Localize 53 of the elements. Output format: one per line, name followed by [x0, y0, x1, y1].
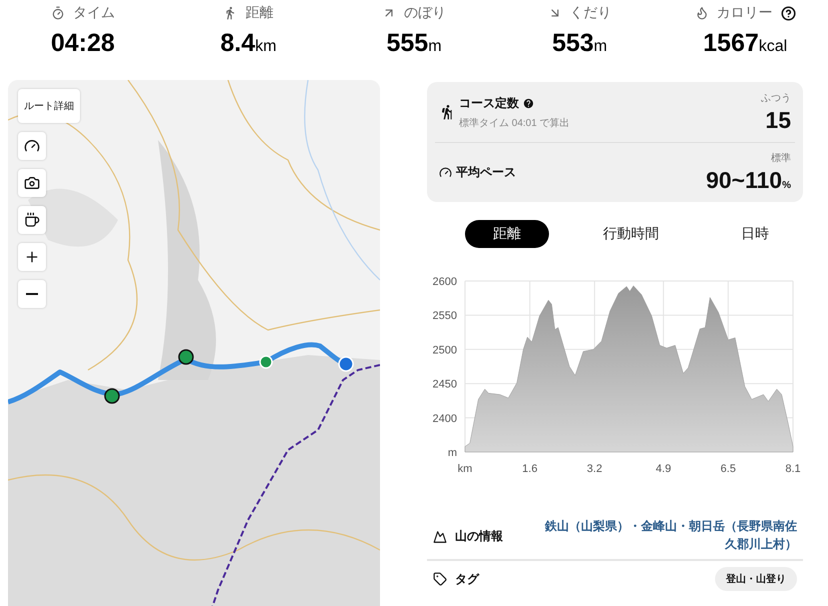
axis-label: 4.9 [656, 463, 672, 475]
stat-value: 1567kcal [703, 28, 788, 59]
axis-label: km [458, 463, 472, 475]
card-value: 15 [765, 106, 791, 134]
camera-icon [24, 175, 40, 191]
mountain-icon [433, 530, 447, 544]
route-detail-button[interactable]: ルート詳細 [18, 89, 80, 123]
tag-icon [433, 572, 447, 586]
gauge-icon [439, 166, 452, 179]
stat-label: のぼり [404, 4, 446, 22]
card-value: 90~110% [706, 167, 791, 194]
stat-value: 555m [386, 28, 442, 59]
cup-button[interactable] [18, 206, 46, 234]
axis-label: 6.5 [720, 463, 736, 475]
stat-value: 8.4km [220, 28, 276, 59]
info-label: 山の情報 [455, 528, 503, 545]
chart-tab[interactable]: 距離 [465, 220, 549, 248]
flame-icon [694, 6, 709, 20]
chart-tab[interactable]: 行動時間 [589, 220, 673, 248]
stat-label: カロリー [716, 4, 773, 22]
stat-label: タイム [72, 4, 115, 22]
axis-label: 1.6 [522, 463, 538, 475]
axis-label: 2450 [432, 378, 457, 391]
help-icon[interactable] [780, 6, 796, 20]
stat-value: 04:28 [50, 28, 115, 58]
axis-label: 8.1 [785, 463, 801, 475]
axis-label: 2550 [432, 310, 457, 322]
tag-chip[interactable]: 登山・山登り [715, 567, 797, 591]
stat-label: くだり [570, 4, 612, 22]
grade-label: 標準 [771, 152, 791, 165]
axis-label: 2500 [432, 344, 457, 356]
gauge-button[interactable] [18, 132, 46, 160]
camera-button[interactable] [18, 169, 46, 197]
gauge-icon [24, 138, 40, 154]
stat-value: 553m [552, 28, 608, 59]
card-title: 平均ペース [456, 164, 516, 181]
chart-tab[interactable]: 日時 [713, 220, 797, 248]
stopwatch-icon [50, 6, 65, 20]
cup-icon [24, 212, 40, 228]
card-title: コース定数 [459, 94, 519, 112]
zoom-out-button[interactable] [18, 280, 46, 308]
axis-label: 3.2 [586, 463, 602, 475]
card-note: 標準タイム 04:01 で算出 [459, 116, 570, 130]
axis-label: 2600 [432, 276, 457, 288]
zoom-in-button[interactable] [18, 243, 46, 271]
mountain-link[interactable]: 鉄山（山梨県）・金峰山・朝日岳（長野県南佐久郡川上村） [535, 517, 797, 553]
axis-label: 2400 [432, 412, 457, 425]
grade-label: ふつう [761, 92, 791, 104]
info-label: タグ [455, 570, 479, 588]
help-icon[interactable] [523, 98, 534, 108]
axis-label: m [448, 447, 457, 459]
zoom-in-icon [24, 249, 40, 265]
stat-label: 距離 [245, 4, 274, 22]
